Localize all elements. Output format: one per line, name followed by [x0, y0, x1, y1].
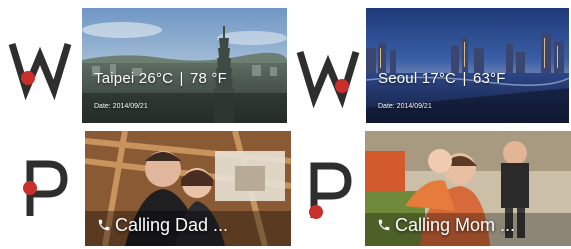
temperature-separator: | [179, 70, 184, 87]
call-card-dad[interactable]: Calling Dad ... [85, 131, 291, 246]
weather-summary: Seoul 17°C | 63°F [378, 70, 506, 87]
calling-label: Calling Dad ... [115, 215, 229, 235]
weather-date: Date: 2014/09/21 [378, 103, 432, 110]
weather-summary: Taipei 26°C | 78 °F [94, 70, 227, 87]
phone-logo-icon [309, 162, 352, 219]
temperature-separator: | [462, 70, 467, 87]
temperature-celsius: 17°C [421, 70, 457, 87]
city-name: Taipei [94, 70, 135, 87]
weather-logo-icon [296, 50, 360, 108]
glass-card-mockup: Taipei 26°C | 78 °F Date: 2014/09/21 Seo… [0, 0, 571, 249]
phone-icon [97, 218, 111, 232]
phone-icon [377, 218, 391, 232]
weather-card-taipei[interactable]: Taipei 26°C | 78 °F Date: 2014/09/21 [82, 8, 287, 123]
temperature-celsius: 26°C [138, 70, 174, 87]
call-card-mom[interactable]: Calling Mom ... [365, 131, 571, 246]
phone-logo-icon [23, 160, 68, 216]
weather-card-seoul[interactable]: Seoul 17°C | 63°F Date: 2014/09/21 [366, 8, 569, 123]
weather-app-logo [296, 44, 360, 108]
phone-app-logo [14, 158, 78, 222]
calling-label: Calling Mom ... [395, 215, 516, 235]
temperature-fahrenheit: 78 °F [189, 70, 227, 87]
weather-date: Date: 2014/09/21 [94, 103, 148, 110]
weather-logo-icon [8, 42, 72, 100]
temperature-fahrenheit: 63°F [472, 70, 506, 87]
weather-app-logo [8, 36, 72, 100]
phone-app-logo [298, 160, 362, 224]
city-name: Seoul [378, 70, 418, 87]
